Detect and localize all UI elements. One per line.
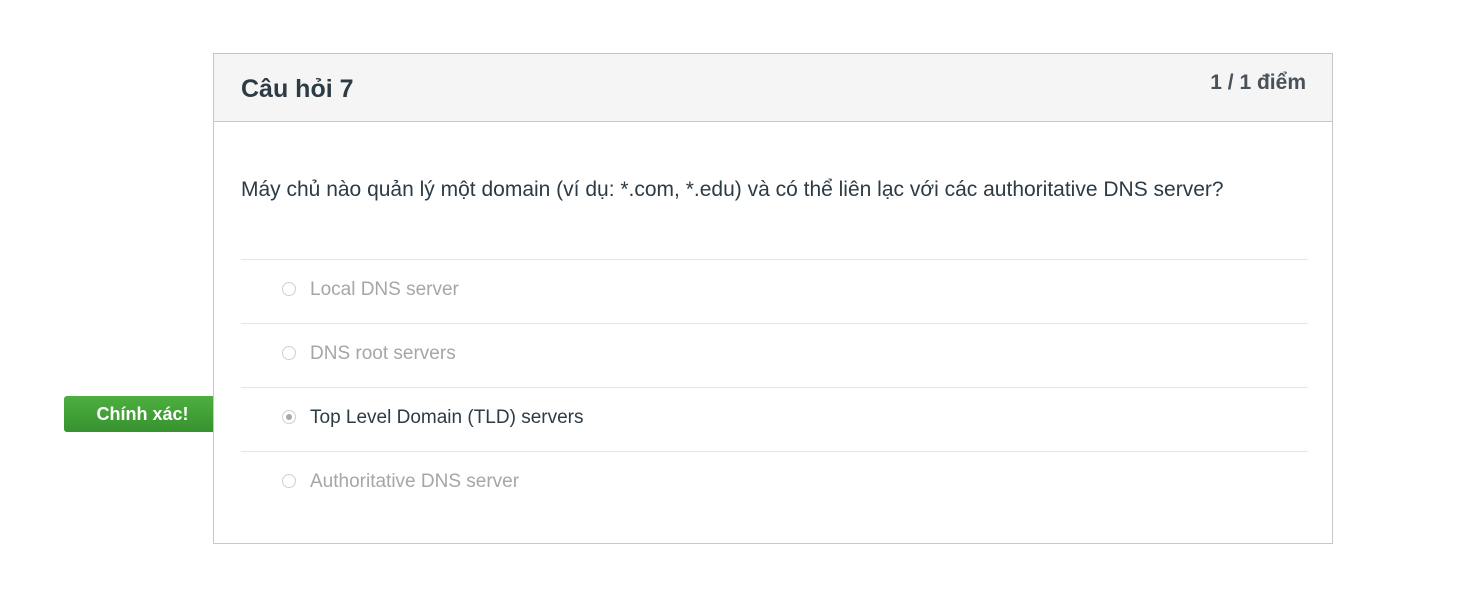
question-title: Câu hỏi 7 bbox=[241, 75, 354, 103]
answer-option[interactable]: Top Level Domain (TLD) servers bbox=[241, 388, 1308, 452]
question-text: Máy chủ nào quản lý một domain (ví dụ: *… bbox=[241, 178, 1224, 201]
answer-label: DNS root servers bbox=[310, 343, 456, 364]
radio-button[interactable] bbox=[282, 346, 296, 360]
question-header: Câu hỏi 7 1 / 1 điểm bbox=[214, 54, 1332, 122]
quiz-page: Chính xác! Câu hỏi 7 1 / 1 điểm Máy chủ … bbox=[0, 0, 1468, 589]
answer-label: Top Level Domain (TLD) servers bbox=[310, 407, 584, 428]
radio-button[interactable] bbox=[282, 282, 296, 296]
answer-list: Local DNS server DNS root servers Top Le… bbox=[241, 259, 1308, 516]
radio-button[interactable] bbox=[282, 474, 296, 488]
radio-button-selected[interactable] bbox=[282, 410, 296, 424]
question-card: Câu hỏi 7 1 / 1 điểm Máy chủ nào quản lý… bbox=[213, 53, 1333, 544]
answer-option[interactable]: Authoritative DNS server bbox=[241, 452, 1308, 516]
question-score: 1 / 1 điểm bbox=[1210, 71, 1306, 94]
answer-option[interactable]: DNS root servers bbox=[241, 324, 1308, 388]
answer-label: Authoritative DNS server bbox=[310, 471, 520, 492]
correct-answer-flag: Chính xác! bbox=[64, 396, 234, 432]
answer-option[interactable]: Local DNS server bbox=[241, 260, 1308, 324]
answer-label: Local DNS server bbox=[310, 279, 459, 300]
